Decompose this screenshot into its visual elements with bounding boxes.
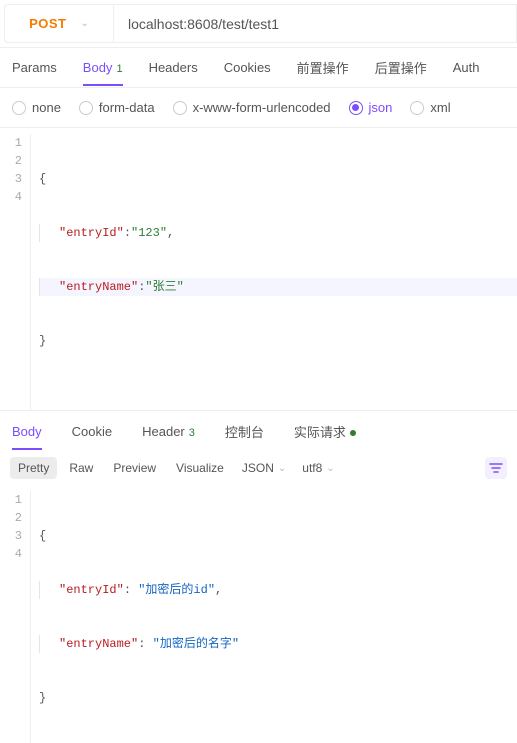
entry-name-value: 张三 <box>153 280 177 294</box>
body-type-urlencoded[interactable]: x-www-form-urlencoded <box>173 100 331 115</box>
resp-tab-header[interactable]: Header3 <box>142 414 195 449</box>
tab-body[interactable]: Body1 <box>83 50 123 85</box>
tab-pre-script[interactable]: 前置操作 <box>297 48 349 87</box>
body-type-xml[interactable]: xml <box>410 100 450 115</box>
body-type-form-data[interactable]: form-data <box>79 100 155 115</box>
code-area[interactable]: { "entryId": "加密后的id", "entryName": "加密后… <box>30 491 517 743</box>
code-area[interactable]: { "entryId":"123", "entryName":"张三" } <box>30 134 517 410</box>
resp-tab-cookie[interactable]: Cookie <box>72 414 112 449</box>
tab-params[interactable]: Params <box>12 50 57 85</box>
http-method-label: POST <box>29 16 66 31</box>
body-type-row: none form-data x-www-form-urlencoded jso… <box>0 88 517 128</box>
tab-auth[interactable]: Auth <box>453 50 480 85</box>
http-method-select[interactable]: POST ⌄ <box>4 4 114 43</box>
entry-id-value: 123 <box>138 226 160 240</box>
resp-header-badge: 3 <box>189 427 195 439</box>
body-type-json[interactable]: json <box>349 100 393 115</box>
request-body-editor[interactable]: 1234 { "entryId":"123", "entryName":"张三"… <box>0 128 517 410</box>
filter-icon[interactable] <box>485 457 507 479</box>
tab-post-script[interactable]: 后置操作 <box>375 48 427 87</box>
line-gutter: 1234 <box>0 491 30 743</box>
response-format-select[interactable]: JSON ⌄ <box>236 459 292 477</box>
url-input[interactable] <box>114 4 517 43</box>
radio-icon <box>173 101 187 115</box>
body-type-none[interactable]: none <box>12 100 61 115</box>
line-gutter: 1234 <box>0 134 30 410</box>
response-encoding-select[interactable]: utf8 ⌄ <box>296 459 340 477</box>
chevron-down-icon: ⌄ <box>278 463 286 474</box>
resp-entry-id: 加密后的id <box>145 583 207 597</box>
view-mode-visualize[interactable]: Visualize <box>168 457 232 479</box>
status-dot-icon <box>350 430 356 436</box>
request-tabs: Params Body1 Headers Cookies 前置操作 后置操作 A… <box>0 48 517 88</box>
resp-tab-console[interactable]: 控制台 <box>225 412 264 451</box>
tab-cookies[interactable]: Cookies <box>224 50 271 85</box>
response-body-editor[interactable]: 1234 { "entryId": "加密后的id", "entryName":… <box>0 485 517 743</box>
response-toolbar: Pretty Raw Preview Visualize JSON ⌄ utf8… <box>0 451 517 485</box>
radio-icon <box>79 101 93 115</box>
tab-headers[interactable]: Headers <box>149 50 198 85</box>
response-tabs: Body Cookie Header3 控制台 实际请求 <box>0 411 517 451</box>
radio-icon <box>349 101 363 115</box>
radio-icon <box>12 101 26 115</box>
view-mode-raw[interactable]: Raw <box>61 457 101 479</box>
resp-tab-actual-request[interactable]: 实际请求 <box>294 412 356 451</box>
resp-tab-body[interactable]: Body <box>12 414 42 449</box>
resp-entry-name: 加密后的名字 <box>160 637 232 651</box>
view-mode-preview[interactable]: Preview <box>105 457 164 479</box>
radio-icon <box>410 101 424 115</box>
chevron-down-icon: ⌄ <box>326 463 334 474</box>
tab-body-badge: 1 <box>116 63 122 75</box>
chevron-down-icon: ⌄ <box>81 18 89 29</box>
view-mode-pretty[interactable]: Pretty <box>10 457 57 479</box>
